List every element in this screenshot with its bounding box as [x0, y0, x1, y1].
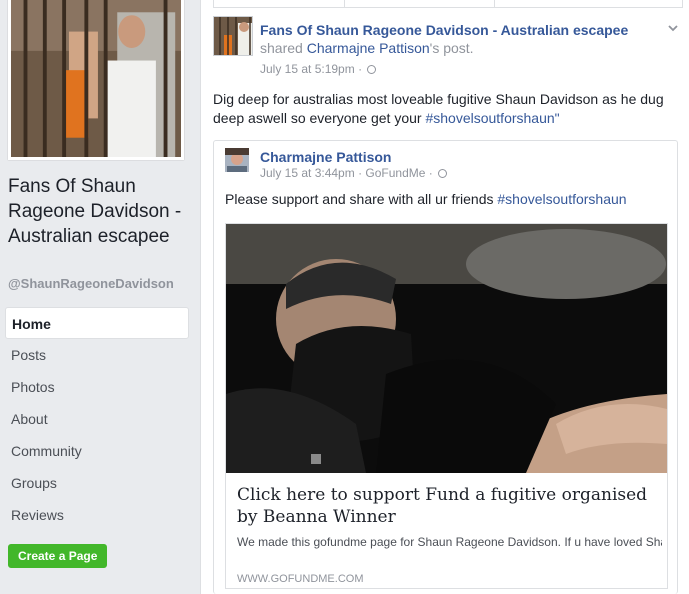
shared-text: Please support and share with all ur fri… — [225, 191, 494, 207]
shared-suffix: 's post. — [429, 40, 474, 56]
create-page-button[interactable]: Create a Page — [8, 544, 108, 568]
link-title[interactable]: Click here to support Fund a fugitive or… — [237, 484, 657, 528]
link-preview-image[interactable] — [226, 224, 667, 473]
nav-item-community[interactable]: Community — [5, 435, 189, 467]
profile-picture[interactable] — [8, 0, 184, 160]
post-meta: July 15 at 5:19pm · — [260, 60, 670, 78]
shared-hashtag-link[interactable]: #shovelsoutforshaun — [497, 191, 626, 207]
link-description: We made this gofundme page for Shaun Rag… — [237, 535, 662, 549]
post-timestamp[interactable]: July 15 at 5:19pm — [260, 62, 355, 76]
shared-timestamp[interactable]: July 15 at 3:44pm — [260, 166, 355, 180]
post-author-link[interactable]: Fans Of Shaun Rageone Davidson - Austral… — [260, 21, 670, 39]
link-preview-card[interactable]: Click here to support Fund a fugitive or… — [225, 223, 668, 589]
post-header: Fans Of Shaun Rageone Davidson - Austral… — [260, 21, 670, 78]
shared-from-link[interactable]: Charmajne Pattison — [307, 40, 430, 56]
previous-post-footer — [213, 0, 683, 8]
shared-meta: July 15 at 3:44pm · GoFundMe · — [260, 166, 448, 180]
page-root: Fans Of Shaun Rageone Davidson - Austral… — [0, 0, 689, 594]
globe-icon — [367, 65, 377, 74]
post-body: Dig deep for australias most loveable fu… — [213, 90, 678, 128]
chevron-down-icon[interactable] — [667, 22, 679, 34]
nav-item-home[interactable]: Home — [5, 307, 189, 339]
shared-prefix: shared — [260, 40, 303, 56]
nav-item-groups[interactable]: Groups — [5, 467, 189, 499]
shared-line: shared Charmajne Pattison's post. — [260, 39, 670, 58]
shared-post: Charmajne Pattison July 15 at 3:44pm · G… — [213, 140, 678, 594]
shared-author-link[interactable]: Charmajne Pattison — [260, 149, 391, 165]
post-card: Fans Of Shaun Rageone Davidson - Austral… — [200, 0, 689, 594]
shared-source[interactable]: GoFundMe — [365, 166, 425, 180]
link-domain: WWW.GOFUNDME.COM — [237, 573, 364, 585]
nav-item-photos[interactable]: Photos — [5, 371, 189, 403]
post-hashtag-link[interactable]: #shovelsoutforshaun" — [425, 110, 559, 126]
left-column: Fans Of Shaun Rageone Davidson - Austral… — [0, 0, 200, 594]
globe-icon — [438, 169, 448, 178]
page-title[interactable]: Fans Of Shaun Rageone Davidson - Austral… — [8, 174, 193, 249]
shared-author-avatar[interactable] — [225, 148, 249, 172]
nav-item-about[interactable]: About — [5, 403, 189, 435]
page-nav: Home Posts Photos About Community Groups… — [5, 307, 189, 531]
shared-body: Please support and share with all ur fri… — [225, 191, 627, 207]
nav-item-posts[interactable]: Posts — [5, 339, 189, 371]
author-avatar[interactable] — [213, 16, 253, 56]
page-handle[interactable]: @ShaunRageoneDavidson — [8, 276, 174, 291]
nav-item-reviews[interactable]: Reviews — [5, 499, 189, 531]
